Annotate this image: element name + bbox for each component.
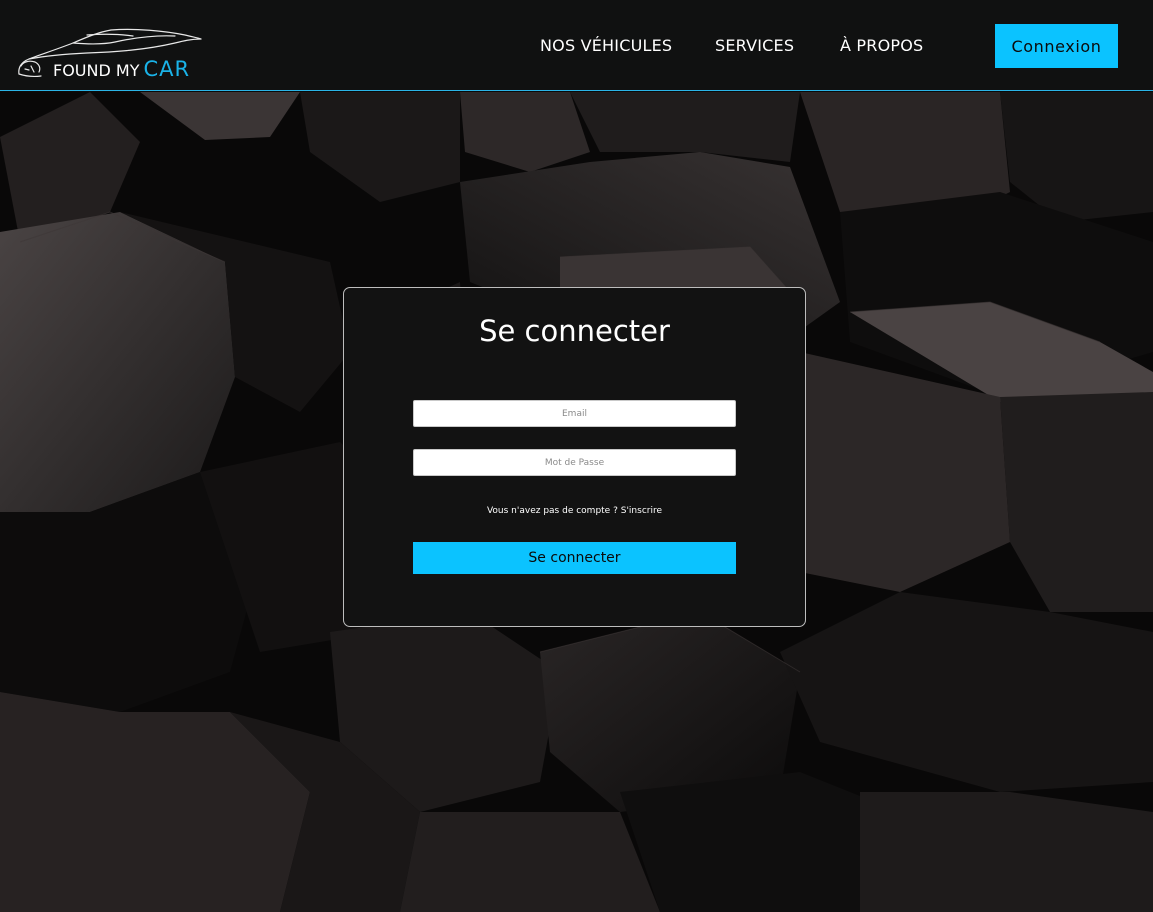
connexion-button[interactable]: Connexion	[995, 24, 1118, 68]
nav-item-services[interactable]: SERVICES	[715, 36, 794, 55]
brand-logo[interactable]: FOUND MY CAR	[15, 26, 205, 81]
brand-name: FOUND MY CAR	[53, 57, 190, 81]
email-input[interactable]	[413, 400, 736, 427]
nav-item-a-propos[interactable]: À PROPOS	[840, 36, 923, 55]
password-input[interactable]	[413, 449, 736, 476]
brand-name-accent: CAR	[143, 57, 191, 81]
login-card: Se connecter Vous n'avez pas de compte ?…	[343, 287, 806, 627]
brand-name-prefix: FOUND MY	[53, 61, 140, 80]
nav-item-vehicules[interactable]: NOS VÉHICULES	[540, 36, 672, 55]
signup-prompt: Vous n'avez pas de compte ? S'inscrire	[344, 506, 805, 516]
signup-link[interactable]: S'inscrire	[621, 506, 662, 516]
login-submit-button[interactable]: Se connecter	[413, 542, 736, 574]
signup-prompt-text: Vous n'avez pas de compte ?	[486, 506, 618, 516]
login-title: Se connecter	[479, 314, 670, 348]
site-header: FOUND MY CAR NOS VÉHICULES SERVICES À PRO…	[0, 0, 1153, 91]
